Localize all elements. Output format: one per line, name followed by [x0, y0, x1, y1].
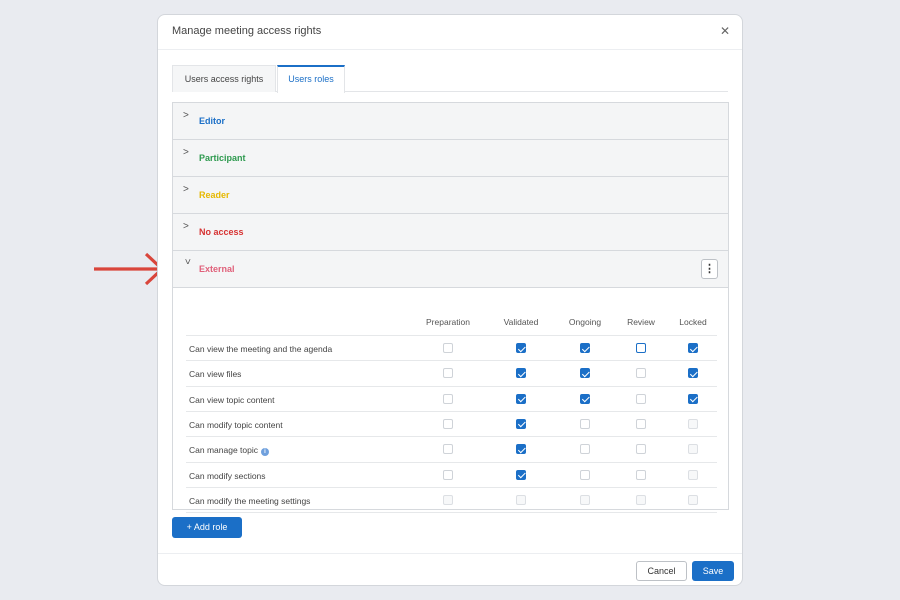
checkbox-preparation[interactable]: [443, 393, 453, 404]
permission-label: Can modify the meeting settings: [189, 496, 310, 506]
role-header-no-access[interactable]: > No access: [173, 214, 728, 251]
role-header-participant[interactable]: > Participant: [173, 140, 728, 177]
permission-label: Can view files: [189, 369, 241, 379]
checkbox-preparation: [443, 494, 453, 505]
permission-label: Can view topic content: [189, 395, 275, 405]
permission-label: Can view the meeting and the agenda: [189, 344, 332, 354]
checkbox-review[interactable]: [636, 393, 646, 404]
checkbox-locked[interactable]: [688, 368, 698, 379]
checkbox-ongoing[interactable]: [580, 368, 590, 379]
add-role-button[interactable]: + Add role: [172, 517, 242, 538]
access-rights-dialog: Manage meeting access rights ✕ Users acc…: [157, 14, 743, 586]
role-name: No access: [199, 227, 244, 237]
checkbox-ongoing[interactable]: [580, 418, 590, 429]
role-header-external[interactable]: > External ⋮: [173, 251, 728, 288]
checkbox-validated[interactable]: [516, 393, 526, 404]
column-header-validated: Validated: [503, 317, 539, 327]
chevron-right-icon: >: [183, 110, 189, 121]
chevron-right-icon: >: [183, 221, 189, 232]
tab-users-access-rights[interactable]: Users access rights: [172, 65, 276, 92]
checkbox-validated[interactable]: [516, 444, 526, 455]
checkbox-validated[interactable]: [516, 469, 526, 480]
checkbox-review[interactable]: [636, 418, 646, 429]
checkbox-ongoing[interactable]: [580, 343, 590, 353]
checkbox-validated[interactable]: [516, 368, 526, 379]
checkbox-locked: [688, 494, 698, 505]
table-row: Can view the meeting and the agenda: [186, 335, 717, 360]
table-row: Can manage topic i: [186, 436, 717, 461]
checkbox-ongoing[interactable]: [580, 393, 590, 404]
checkbox-locked: [688, 418, 698, 429]
roles-accordion: > Editor > Participant > Reader > No acc…: [172, 102, 729, 514]
cancel-button[interactable]: Cancel: [636, 561, 687, 581]
table-row: Can modify topic content: [186, 410, 717, 436]
checkbox-ongoing[interactable]: [580, 469, 590, 480]
permission-label-text: Can view the meeting and the agenda: [189, 344, 333, 354]
checkbox-preparation[interactable]: [443, 444, 453, 455]
column-header-locked: Locked: [679, 317, 707, 327]
pointer-arrow-icon: [94, 252, 165, 286]
tab-users-roles[interactable]: Users roles: [277, 65, 345, 93]
table-row: Can modify the meeting settings: [186, 486, 717, 512]
checkbox-locked[interactable]: [688, 393, 698, 404]
checkbox-review[interactable]: [636, 469, 646, 480]
chevron-right-icon: >: [183, 147, 189, 158]
table-bottom-divider: [186, 512, 717, 514]
role-header-reader[interactable]: > Reader: [173, 177, 728, 214]
checkbox-ongoing: [580, 494, 590, 505]
close-icon[interactable]: ✕: [720, 24, 730, 38]
header-divider: [158, 49, 742, 50]
permission-label-text: Can modify the meeting settings: [189, 495, 311, 506]
checkbox-review[interactable]: [636, 444, 646, 455]
role-header-editor[interactable]: > Editor: [173, 103, 728, 140]
checkbox-validated[interactable]: [516, 418, 526, 429]
tab-bar: Users access rights Users roles: [172, 65, 728, 93]
checkbox-review[interactable]: [636, 343, 646, 353]
checkbox-review[interactable]: [636, 368, 646, 379]
checkbox-ongoing[interactable]: [580, 444, 590, 455]
permission-label-text: Can manage topic: [189, 445, 258, 456]
role-name: Reader: [199, 190, 230, 200]
column-header-preparation: Preparation: [426, 317, 470, 327]
checkbox-locked: [688, 469, 698, 480]
footer-divider: [158, 553, 742, 554]
chevron-down-icon: >: [181, 258, 193, 265]
checkbox-preparation[interactable]: [443, 368, 453, 379]
more-options-icon[interactable]: ⋮: [701, 259, 718, 279]
permission-label: Can manage topic i: [189, 445, 269, 457]
permission-label-text: Can view files: [189, 369, 242, 380]
checkbox-validated: [516, 494, 526, 505]
chevron-right-icon: >: [183, 184, 189, 195]
permission-label: Can modify sections: [189, 471, 266, 481]
table-row: Can modify sections: [186, 461, 717, 487]
table-row: Can view files: [186, 360, 717, 385]
permission-label-text: Can modify topic content: [189, 419, 283, 430]
role-name: Participant: [199, 153, 246, 163]
checkbox-preparation[interactable]: [443, 418, 453, 429]
checkbox-preparation[interactable]: [443, 343, 453, 353]
permission-label-text: Can modify sections: [189, 470, 266, 481]
permission-label-text: Can view topic content: [189, 394, 275, 405]
dialog-title: Manage meeting access rights: [172, 25, 322, 37]
table-row: Can view topic content: [186, 385, 717, 411]
checkbox-preparation[interactable]: [443, 469, 453, 480]
role-name: Editor: [199, 116, 225, 126]
save-button[interactable]: Save: [692, 561, 734, 581]
role-name: External: [199, 264, 235, 274]
checkbox-locked[interactable]: [688, 343, 698, 353]
permission-label: Can modify topic content: [189, 420, 283, 430]
checkbox-validated[interactable]: [516, 343, 526, 353]
checkbox-review: [636, 494, 646, 505]
checkbox-locked: [688, 444, 698, 455]
info-icon[interactable]: i: [261, 448, 269, 457]
